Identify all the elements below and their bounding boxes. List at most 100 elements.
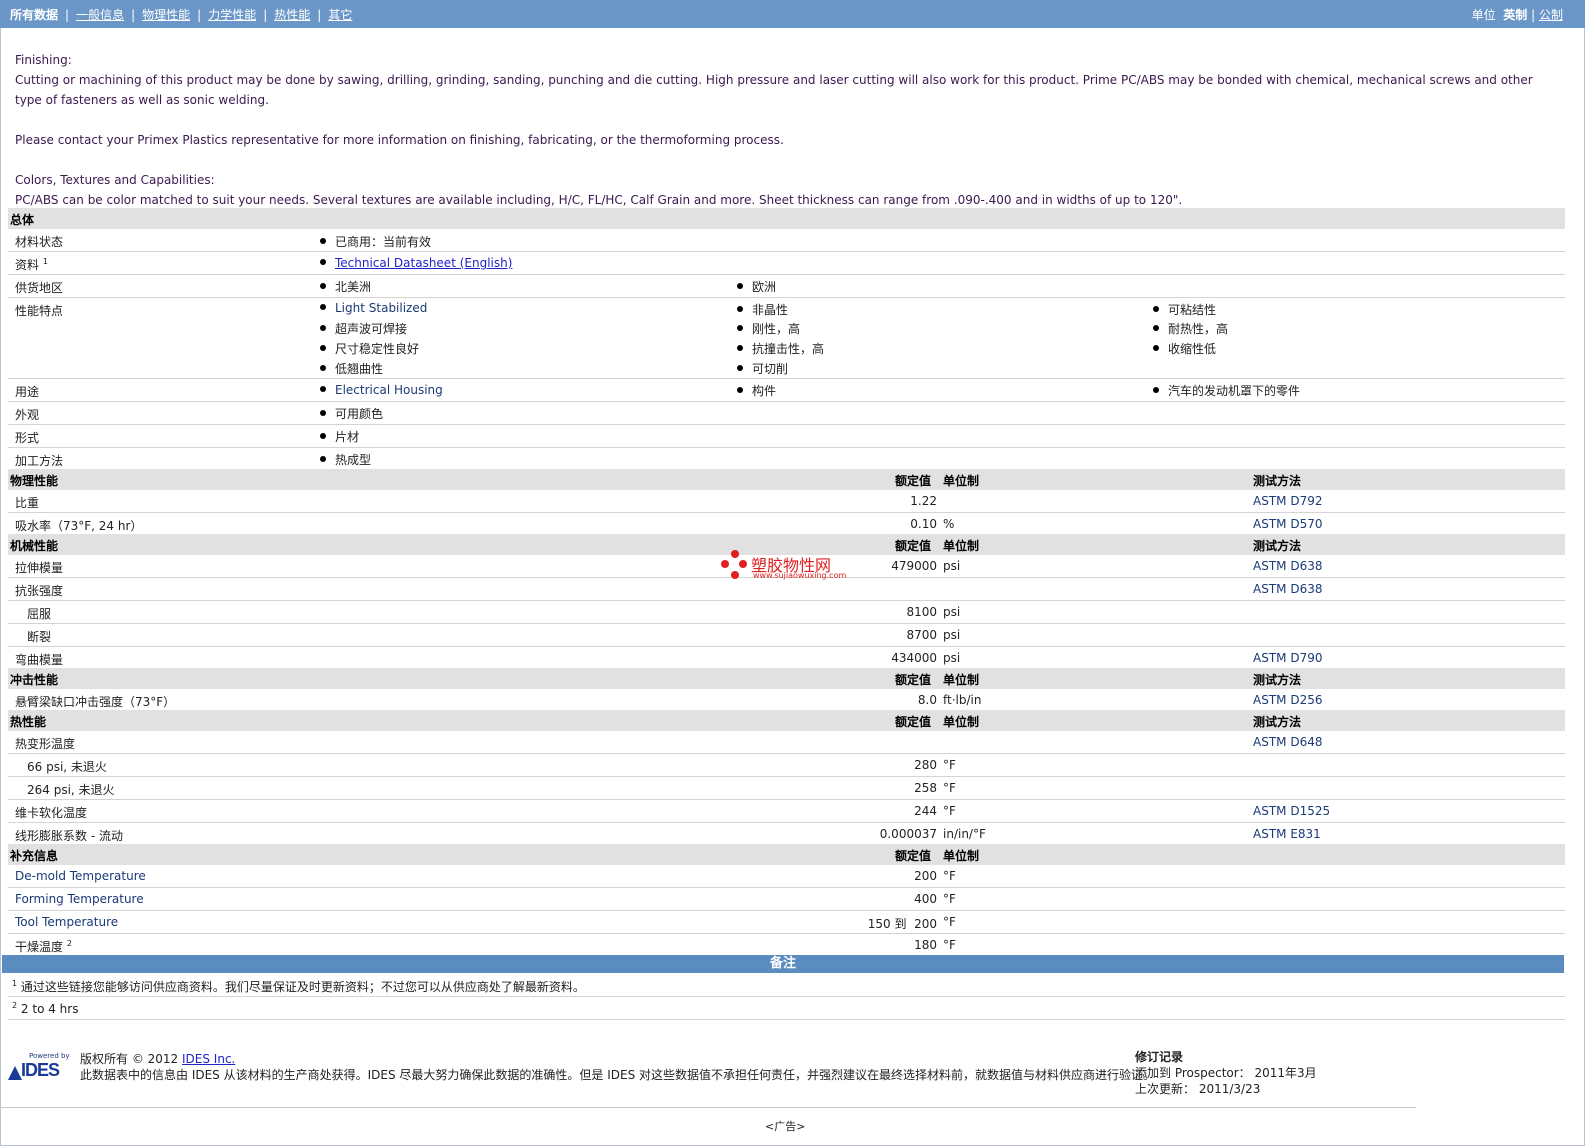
list-item: Light Stabilized bbox=[320, 301, 427, 315]
row-value: 200 bbox=[914, 869, 937, 883]
section-header-general: 总体 bbox=[8, 208, 1565, 229]
list-item: 耐热性，高 bbox=[1153, 320, 1228, 337]
row-test: ASTM D790 bbox=[1253, 651, 1323, 665]
tab-other[interactable]: 其它 bbox=[328, 6, 352, 23]
table-row: 外观 可用颜色 bbox=[8, 402, 1565, 425]
header-unit: 单位制 bbox=[943, 474, 980, 488]
note-row: 1 通过这些链接您能够访问供应商资料。我们尽量保证及时更新资料；不过您可以从供应… bbox=[8, 974, 1565, 997]
table-row: 用途 Electrical Housing 构件 汽车的发动机罩下的零件 bbox=[8, 379, 1565, 402]
row-label: 吸水率（73°F, 24 hr） bbox=[15, 519, 143, 533]
row-label: 外观 bbox=[15, 408, 40, 422]
table-row: 供货地区 北美洲 欧洲 bbox=[8, 275, 1565, 298]
row-label: 维卡软化温度 bbox=[15, 806, 88, 820]
row-label: 供货地区 bbox=[15, 281, 64, 295]
table-row: 形式 片材 bbox=[8, 425, 1565, 448]
ides-logo[interactable]: Powered by IDES bbox=[7, 1052, 71, 1082]
tab-physical[interactable]: 物理性能 bbox=[142, 6, 190, 23]
row-label: 拉伸模量 bbox=[15, 561, 64, 575]
row-value: 8700 bbox=[906, 628, 937, 642]
row-label: 屈服 bbox=[27, 607, 52, 621]
copyright-block: 版权所有 © 2012 IDES Inc. 此数据表中的信息由 IDES 从该材… bbox=[80, 1051, 1155, 1083]
row-unit: ft·lb/in bbox=[943, 693, 982, 707]
row-value: 479000 bbox=[891, 559, 937, 573]
note-row: 2 2 to 4 hrs bbox=[8, 997, 1565, 1020]
row-value: 150 到 200 bbox=[867, 917, 937, 931]
row-label: 材料状态 bbox=[15, 235, 64, 249]
header-unit: 单位制 bbox=[943, 673, 980, 687]
separator: | bbox=[131, 8, 136, 22]
copyright-text: 版权所有 © 2012 bbox=[80, 1052, 179, 1066]
divider bbox=[0, 1107, 1416, 1108]
list-item: 北美洲 bbox=[320, 278, 371, 295]
row-test: ASTM D256 bbox=[1253, 693, 1323, 707]
row-test: ASTM D792 bbox=[1253, 494, 1323, 508]
row-value: 8.0 bbox=[917, 693, 937, 707]
row-label: 热变形温度 bbox=[15, 737, 76, 751]
datasheet-link[interactable]: Technical Datasheet (English) bbox=[335, 256, 512, 270]
row-value: 0.000037 bbox=[879, 827, 937, 841]
table-row: De-mold Temperature 200 °F bbox=[8, 865, 1565, 888]
section-title: 补充信息 bbox=[10, 849, 59, 863]
row-test: ASTM D1525 bbox=[1253, 804, 1331, 818]
section-header-impact: 冲击性能 额定值 单位制 测试方法 bbox=[8, 668, 1565, 689]
table-row: 264 psi, 未退火 258 °F bbox=[8, 777, 1565, 800]
table-row: 线形膨胀系数 - 流动 0.000037 in/in/°F ASTM E831 bbox=[8, 823, 1565, 844]
tab-general-info[interactable]: 一般信息 bbox=[76, 6, 124, 23]
header-nominal: 额定值 bbox=[895, 474, 932, 488]
revision-title: 修订记录 bbox=[1135, 1050, 1184, 1064]
row-value: 0.10 bbox=[910, 517, 937, 531]
row-unit: °F bbox=[943, 892, 956, 906]
unit-switcher: 单位 英制 | 公制 bbox=[1472, 6, 1563, 23]
tab-all-data[interactable]: 所有数据 bbox=[10, 6, 58, 23]
row-label: Tool Temperature bbox=[15, 915, 119, 929]
header-test: 测试方法 bbox=[1253, 673, 1302, 687]
row-value: 434000 bbox=[891, 651, 937, 665]
list-item: 低翘曲性 bbox=[320, 360, 383, 377]
list-item: 已商用：当前有效 bbox=[320, 233, 431, 250]
list-item: 可切削 bbox=[737, 360, 788, 377]
unit-metric[interactable]: 公制 bbox=[1539, 8, 1563, 22]
row-label: 加工方法 bbox=[15, 454, 64, 468]
row-value: 280 bbox=[914, 758, 937, 772]
contact-text: Please contact your Primex Plastics repr… bbox=[15, 133, 784, 147]
section-title: 物理性能 bbox=[10, 474, 59, 488]
added-date: 添加到 Prospector： 2011年3月 bbox=[1135, 1066, 1317, 1080]
ad-placeholder[interactable]: <广告> bbox=[765, 1118, 805, 1134]
separator: | bbox=[1531, 8, 1536, 22]
row-label: 264 psi, 未退火 bbox=[27, 783, 115, 797]
footer: Powered by IDES 版权所有 © 2012 IDES Inc. 此数… bbox=[0, 1046, 1585, 1106]
row-unit: psi bbox=[943, 559, 961, 573]
header-unit: 单位制 bbox=[943, 539, 980, 553]
table-row: Forming Temperature 400 °F bbox=[8, 888, 1565, 911]
tab-thermal[interactable]: 热性能 bbox=[274, 6, 310, 23]
row-label: 弯曲模量 bbox=[15, 653, 64, 667]
unit-english[interactable]: 英制 bbox=[1503, 8, 1527, 22]
section-header-supplemental: 补充信息 额定值 单位制 bbox=[8, 844, 1565, 865]
section-title: 机械性能 bbox=[10, 539, 59, 553]
list-item: 片材 bbox=[320, 428, 359, 445]
table-row: 弯曲模量 434000 psi ASTM D790 bbox=[8, 647, 1565, 668]
table-row: 维卡软化温度 244 °F ASTM D1525 bbox=[8, 800, 1565, 823]
watermark-dot-icon bbox=[731, 571, 739, 579]
colors-text: PC/ABS can be color matched to suit your… bbox=[15, 193, 1183, 207]
section-title: 冲击性能 bbox=[10, 673, 59, 687]
section-title: 热性能 bbox=[10, 715, 47, 729]
note-text: 2 2 to 4 hrs bbox=[12, 1001, 79, 1016]
ides-logo-text: IDES bbox=[21, 1060, 60, 1080]
row-label: 断裂 bbox=[27, 630, 52, 644]
row-unit: °F bbox=[943, 869, 956, 883]
row-value: 258 bbox=[914, 781, 937, 795]
row-unit: psi bbox=[943, 651, 961, 665]
tab-mechanical[interactable]: 力学性能 bbox=[208, 6, 256, 23]
watermark-dot-icon bbox=[731, 550, 739, 558]
table-row: Tool Temperature 150 到 200 °F bbox=[8, 911, 1565, 934]
row-label: 干燥温度 2 bbox=[15, 939, 72, 954]
separator: | bbox=[263, 8, 268, 22]
row-label: 资料 1 bbox=[15, 257, 48, 272]
row-label: De-mold Temperature bbox=[15, 869, 146, 883]
header-nominal: 额定值 bbox=[895, 673, 932, 687]
list-item: Technical Datasheet (English) bbox=[320, 256, 512, 270]
separator: | bbox=[317, 8, 322, 22]
list-item: 热成型 bbox=[320, 451, 371, 468]
company-link[interactable]: IDES Inc. bbox=[182, 1052, 235, 1066]
